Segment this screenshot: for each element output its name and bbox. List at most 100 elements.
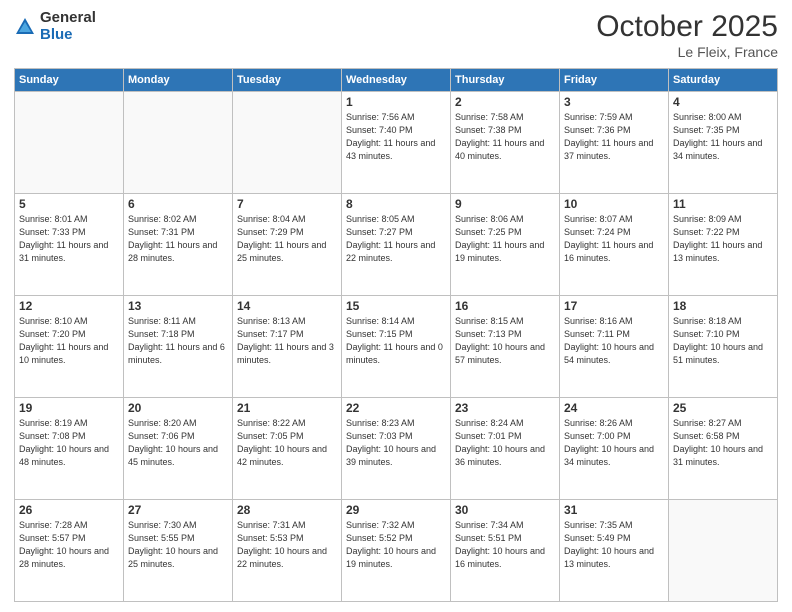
- calendar-cell: 2 Sunrise: 7:58 AM Sunset: 7:38 PM Daylig…: [451, 92, 560, 194]
- day-info: Sunrise: 7:31 AM Sunset: 5:53 PM Dayligh…: [237, 519, 337, 571]
- day-info: Sunrise: 8:00 AM Sunset: 7:35 PM Dayligh…: [673, 111, 773, 163]
- day-info: Sunrise: 8:18 AM Sunset: 7:10 PM Dayligh…: [673, 315, 773, 367]
- day-info: Sunrise: 8:09 AM Sunset: 7:22 PM Dayligh…: [673, 213, 773, 265]
- weekday-header: Monday: [124, 69, 233, 92]
- day-info: Sunrise: 8:16 AM Sunset: 7:11 PM Dayligh…: [564, 315, 664, 367]
- day-number: 5: [19, 197, 119, 211]
- day-number: 28: [237, 503, 337, 517]
- day-info: Sunrise: 8:13 AM Sunset: 7:17 PM Dayligh…: [237, 315, 337, 367]
- day-info: Sunrise: 8:10 AM Sunset: 7:20 PM Dayligh…: [19, 315, 119, 367]
- calendar-cell: 10Sunrise: 8:07 AM Sunset: 7:24 PM Dayli…: [560, 194, 669, 296]
- calendar-week-row: 12Sunrise: 8:10 AM Sunset: 7:20 PM Dayli…: [15, 296, 778, 398]
- calendar-body: 1 Sunrise: 7:56 AM Sunset: 7:40 PM Daylig…: [15, 92, 778, 602]
- calendar-cell: 12Sunrise: 8:10 AM Sunset: 7:20 PM Dayli…: [15, 296, 124, 398]
- day-info: Sunrise: 8:27 AM Sunset: 6:58 PM Dayligh…: [673, 417, 773, 469]
- weekday-row: SundayMondayTuesdayWednesdayThursdayFrid…: [15, 69, 778, 92]
- calendar-cell: 15 Sunrise: 8:14 AM Sunset: 7:15 PM Dayli…: [342, 296, 451, 398]
- calendar-cell: 31 Sunrise: 7:35 AM Sunset: 5:49 PM Dayli…: [560, 500, 669, 602]
- calendar-cell: 17Sunrise: 8:16 AM Sunset: 7:11 PM Dayli…: [560, 296, 669, 398]
- calendar-cell: 5 Sunrise: 8:01 AM Sunset: 7:33 PM Daylig…: [15, 194, 124, 296]
- calendar-cell: [233, 92, 342, 194]
- day-info: Sunrise: 7:35 AM Sunset: 5:49 PM Dayligh…: [564, 519, 664, 571]
- day-number: 20: [128, 401, 228, 415]
- location: Le Fleix, France: [596, 44, 778, 60]
- day-number: 16: [455, 299, 555, 313]
- weekday-header: Tuesday: [233, 69, 342, 92]
- day-number: 3: [564, 95, 664, 109]
- day-info: Sunrise: 8:05 AM Sunset: 7:27 PM Dayligh…: [346, 213, 446, 265]
- day-number: 23: [455, 401, 555, 415]
- calendar-cell: 7 Sunrise: 8:04 AM Sunset: 7:29 PM Daylig…: [233, 194, 342, 296]
- day-number: 27: [128, 503, 228, 517]
- calendar-cell: 19Sunrise: 8:19 AM Sunset: 7:08 PM Dayli…: [15, 398, 124, 500]
- day-number: 31: [564, 503, 664, 517]
- calendar-cell: 28 Sunrise: 7:31 AM Sunset: 5:53 PM Dayli…: [233, 500, 342, 602]
- calendar-cell: 18 Sunrise: 8:18 AM Sunset: 7:10 PM Dayli…: [669, 296, 778, 398]
- calendar-week-row: 5 Sunrise: 8:01 AM Sunset: 7:33 PM Daylig…: [15, 194, 778, 296]
- calendar-cell: 13 Sunrise: 8:11 AM Sunset: 7:18 PM Dayli…: [124, 296, 233, 398]
- day-info: Sunrise: 8:14 AM Sunset: 7:15 PM Dayligh…: [346, 315, 446, 367]
- day-info: Sunrise: 7:34 AM Sunset: 5:51 PM Dayligh…: [455, 519, 555, 571]
- day-info: Sunrise: 8:24 AM Sunset: 7:01 PM Dayligh…: [455, 417, 555, 469]
- calendar-cell: [669, 500, 778, 602]
- day-info: Sunrise: 8:01 AM Sunset: 7:33 PM Dayligh…: [19, 213, 119, 265]
- day-number: 29: [346, 503, 446, 517]
- day-info: Sunrise: 8:02 AM Sunset: 7:31 PM Dayligh…: [128, 213, 228, 265]
- calendar-cell: 11Sunrise: 8:09 AM Sunset: 7:22 PM Dayli…: [669, 194, 778, 296]
- month-title: October 2025: [596, 10, 778, 44]
- calendar-cell: 3Sunrise: 7:59 AM Sunset: 7:36 PM Daylig…: [560, 92, 669, 194]
- day-info: Sunrise: 7:56 AM Sunset: 7:40 PM Dayligh…: [346, 111, 446, 163]
- day-number: 22: [346, 401, 446, 415]
- logo-icon: [14, 16, 36, 38]
- day-number: 1: [346, 95, 446, 109]
- day-info: Sunrise: 7:58 AM Sunset: 7:38 PM Dayligh…: [455, 111, 555, 163]
- calendar-cell: 14 Sunrise: 8:13 AM Sunset: 7:17 PM Dayli…: [233, 296, 342, 398]
- calendar-cell: 22Sunrise: 8:23 AM Sunset: 7:03 PM Dayli…: [342, 398, 451, 500]
- calendar-cell: 6Sunrise: 8:02 AM Sunset: 7:31 PM Daylig…: [124, 194, 233, 296]
- calendar-cell: [15, 92, 124, 194]
- calendar-cell: [124, 92, 233, 194]
- day-number: 26: [19, 503, 119, 517]
- day-info: Sunrise: 7:28 AM Sunset: 5:57 PM Dayligh…: [19, 519, 119, 571]
- title-block: October 2025 Le Fleix, France: [596, 10, 778, 60]
- day-info: Sunrise: 8:04 AM Sunset: 7:29 PM Dayligh…: [237, 213, 337, 265]
- weekday-header: Sunday: [15, 69, 124, 92]
- calendar-cell: 30 Sunrise: 7:34 AM Sunset: 5:51 PM Dayli…: [451, 500, 560, 602]
- logo: General Blue: [14, 10, 96, 43]
- day-number: 13: [128, 299, 228, 313]
- day-info: Sunrise: 8:11 AM Sunset: 7:18 PM Dayligh…: [128, 315, 228, 367]
- day-number: 24: [564, 401, 664, 415]
- logo-general-text: General: [40, 10, 96, 27]
- calendar-cell: 21Sunrise: 8:22 AM Sunset: 7:05 PM Dayli…: [233, 398, 342, 500]
- calendar-cell: 23 Sunrise: 8:24 AM Sunset: 7:01 PM Dayli…: [451, 398, 560, 500]
- calendar-cell: 24 Sunrise: 8:26 AM Sunset: 7:00 PM Dayli…: [560, 398, 669, 500]
- logo-text: General Blue: [40, 10, 96, 43]
- day-number: 14: [237, 299, 337, 313]
- weekday-header: Thursday: [451, 69, 560, 92]
- day-number: 25: [673, 401, 773, 415]
- calendar-cell: 8Sunrise: 8:05 AM Sunset: 7:27 PM Daylig…: [342, 194, 451, 296]
- day-info: Sunrise: 8:20 AM Sunset: 7:06 PM Dayligh…: [128, 417, 228, 469]
- day-number: 9: [455, 197, 555, 211]
- day-number: 18: [673, 299, 773, 313]
- calendar-cell: 9Sunrise: 8:06 AM Sunset: 7:25 PM Daylig…: [451, 194, 560, 296]
- header: General Blue October 2025 Le Fleix, Fran…: [14, 10, 778, 60]
- calendar: SundayMondayTuesdayWednesdayThursdayFrid…: [14, 68, 778, 602]
- calendar-cell: 16Sunrise: 8:15 AM Sunset: 7:13 PM Dayli…: [451, 296, 560, 398]
- day-number: 7: [237, 197, 337, 211]
- calendar-cell: 25 Sunrise: 8:27 AM Sunset: 6:58 PM Dayli…: [669, 398, 778, 500]
- weekday-header: Friday: [560, 69, 669, 92]
- calendar-week-row: 26 Sunrise: 7:28 AM Sunset: 5:57 PM Dayli…: [15, 500, 778, 602]
- day-info: Sunrise: 8:26 AM Sunset: 7:00 PM Dayligh…: [564, 417, 664, 469]
- calendar-cell: 26 Sunrise: 7:28 AM Sunset: 5:57 PM Dayli…: [15, 500, 124, 602]
- day-number: 30: [455, 503, 555, 517]
- calendar-header: SundayMondayTuesdayWednesdayThursdayFrid…: [15, 69, 778, 92]
- weekday-header: Saturday: [669, 69, 778, 92]
- day-info: Sunrise: 7:30 AM Sunset: 5:55 PM Dayligh…: [128, 519, 228, 571]
- day-number: 2: [455, 95, 555, 109]
- calendar-cell: 20 Sunrise: 8:20 AM Sunset: 7:06 PM Dayli…: [124, 398, 233, 500]
- day-number: 19: [19, 401, 119, 415]
- calendar-cell: 27 Sunrise: 7:30 AM Sunset: 5:55 PM Dayli…: [124, 500, 233, 602]
- day-number: 21: [237, 401, 337, 415]
- day-number: 15: [346, 299, 446, 313]
